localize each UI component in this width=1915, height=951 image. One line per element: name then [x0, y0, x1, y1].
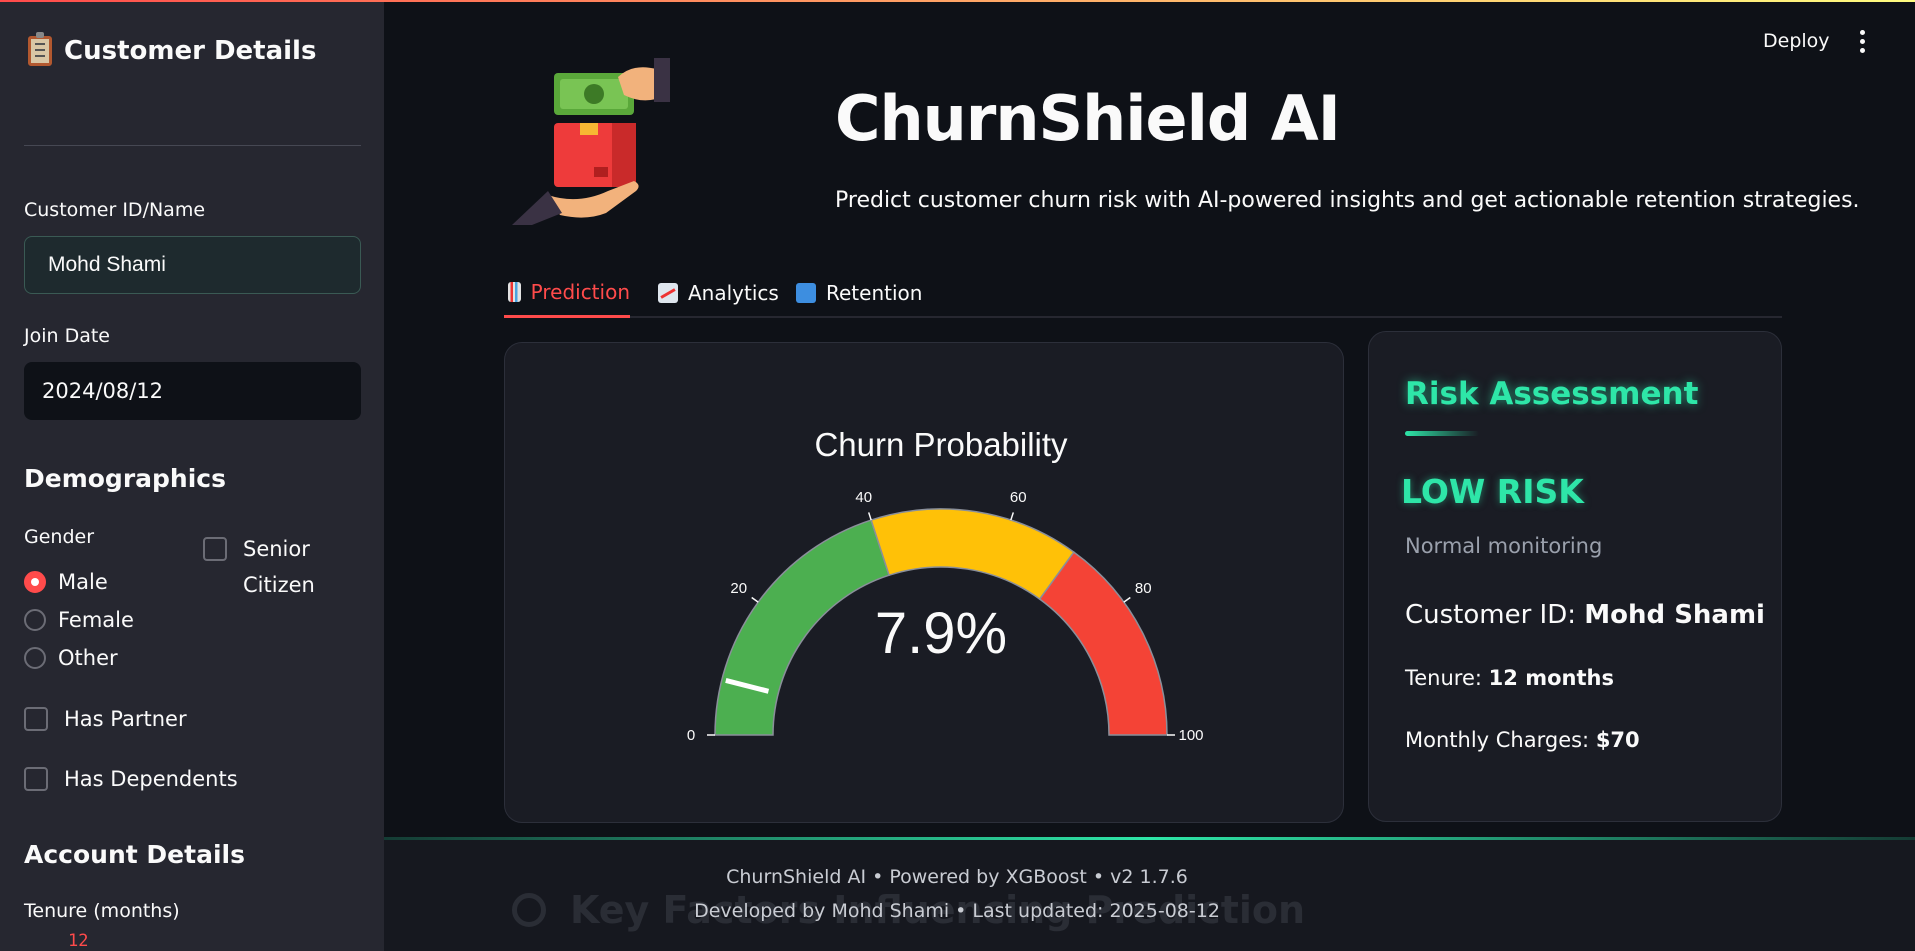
deploy-button[interactable]: Deploy: [1763, 30, 1830, 52]
gauge-band-0: [714, 519, 891, 736]
churn-gauge: Churn Probability 0 20 40 60 80 100 7.9%: [687, 426, 1204, 744]
tab-label: Prediction: [530, 279, 630, 304]
gender-option-label: Other: [58, 646, 118, 670]
senior-citizen-label: Senior Citizen: [243, 537, 315, 597]
customer-id-input[interactable]: [24, 236, 361, 294]
sidebar: Customer Details Customer ID/Name Join D…: [0, 0, 384, 951]
risk-title: Risk Assessment: [1405, 376, 1699, 412]
gauge-tick-label: 100: [1178, 727, 1203, 744]
gauge-value: 7.9%: [875, 601, 1007, 666]
tab-label: Analytics: [688, 281, 779, 305]
tab-retention[interactable]: Retention: [792, 268, 922, 318]
clipboard-icon: [28, 32, 52, 66]
gauge-tick-mark: [1123, 596, 1131, 603]
has-partner-label: Has Partner: [64, 707, 187, 731]
gender-option-male[interactable]: Male: [24, 570, 108, 594]
risk-level: LOW RISK: [1401, 472, 1584, 511]
gauge-tick-mark: [751, 596, 759, 603]
gauge-tick-label: 0: [687, 727, 695, 744]
checkbox-icon[interactable]: [24, 767, 48, 791]
account-details-heading: Account Details: [24, 840, 245, 869]
app-title: ChurnShield AI: [835, 82, 1341, 155]
risk-charges-value: $70: [1595, 728, 1640, 752]
gauge-tick-label: 80: [1135, 580, 1152, 597]
risk-customer-id: Customer ID: Mohd Shami: [1405, 600, 1765, 630]
radio-selected-icon[interactable]: [24, 571, 46, 593]
has-dependents-checkbox[interactable]: Has Dependents: [24, 761, 238, 797]
checkbox-icon[interactable]: [24, 707, 48, 731]
gender-option-label: Male: [58, 570, 108, 594]
sidebar-title-text: Customer Details: [64, 36, 317, 66]
has-partner-checkbox[interactable]: Has Partner: [24, 701, 187, 737]
gauge-tick-label: 40: [855, 489, 872, 506]
top-accent-bar: [0, 0, 1915, 2]
gauge-tick-mark: [867, 512, 872, 521]
has-dependents-label: Has Dependents: [64, 767, 238, 791]
gauge-title: Churn Probability: [814, 426, 1068, 463]
footer-line-2: Developed by Mohd Shami • Last updated: …: [694, 900, 1220, 922]
risk-customer-value: Mohd Shami: [1584, 600, 1765, 630]
tab-prediction[interactable]: Prediction: [504, 268, 630, 318]
checkbox-icon[interactable]: [203, 537, 227, 561]
sidebar-title: Customer Details: [28, 32, 317, 66]
tenure-slider-value[interactable]: 12: [68, 931, 88, 951]
risk-title-underline: [1405, 431, 1479, 436]
radio-icon[interactable]: [24, 647, 46, 669]
join-date-input[interactable]: 2024/08/12: [24, 362, 361, 420]
bar-chart-icon: [508, 281, 521, 302]
risk-customer-prefix: Customer ID:: [1405, 600, 1585, 630]
shield-icon: [796, 283, 816, 303]
gauge-tick-mark: [1010, 512, 1015, 521]
customer-id-label: Customer ID/Name: [24, 199, 206, 221]
footer-line-1: ChurnShield AI • Powered by XGBoost • v2…: [726, 866, 1188, 888]
gender-option-other[interactable]: Other: [24, 646, 118, 670]
tenure-label: Tenure (months): [24, 900, 180, 922]
gauge-tick-label: 60: [1010, 489, 1027, 506]
gender-label: Gender: [24, 526, 95, 548]
risk-card: Risk Assessment LOW RISK Normal monitori…: [1368, 331, 1782, 822]
join-date-label: Join Date: [24, 325, 111, 347]
risk-note: Normal monitoring: [1405, 534, 1603, 558]
app-subtitle: Predict customer churn risk with AI-powe…: [835, 188, 1860, 213]
risk-tenure-value: 12 months: [1488, 666, 1614, 690]
demographics-heading: Demographics: [24, 464, 226, 493]
tab-label: Retention: [826, 281, 923, 305]
more-menu-icon[interactable]: [1860, 30, 1866, 54]
tab-analytics[interactable]: Analytics: [654, 268, 779, 318]
senior-citizen-checkbox[interactable]: Senior Citizen: [203, 531, 363, 603]
line-chart-icon: [658, 283, 678, 303]
cash-exchange-logo: [512, 58, 670, 225]
gauge-card: Churn Probability 0 20 40 60 80 100 7.9%: [504, 342, 1344, 823]
gauge-tick-label: 20: [730, 580, 747, 597]
radio-icon[interactable]: [24, 609, 46, 631]
risk-tenure-prefix: Tenure:: [1405, 666, 1489, 690]
risk-charges-prefix: Monthly Charges:: [1405, 728, 1596, 752]
sidebar-divider: [24, 145, 361, 146]
gender-option-female[interactable]: Female: [24, 608, 134, 632]
gauge-band-1: [870, 508, 1075, 601]
gender-option-label: Female: [58, 608, 134, 632]
risk-tenure: Tenure: 12 months: [1405, 666, 1614, 690]
risk-monthly-charges: Monthly Charges: $70: [1405, 728, 1640, 752]
tab-bar: Prediction Analytics Retention: [504, 268, 1782, 318]
